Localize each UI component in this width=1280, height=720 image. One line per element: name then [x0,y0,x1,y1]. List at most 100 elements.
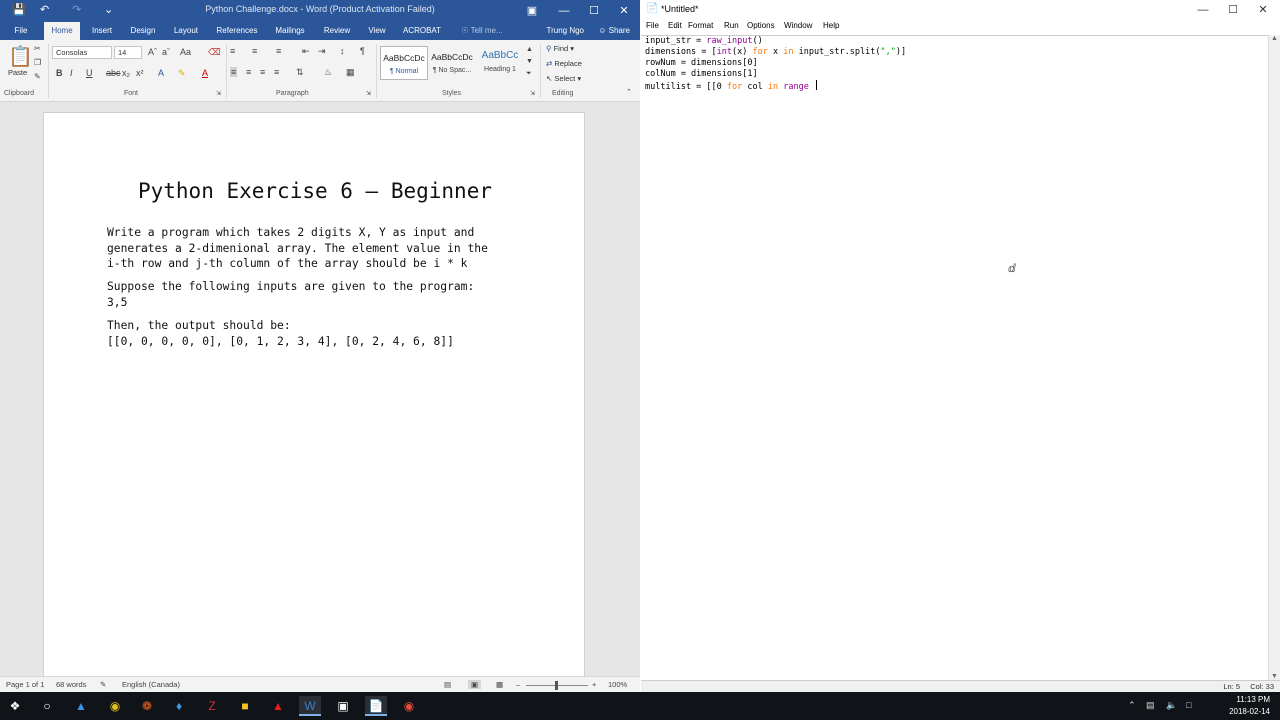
superscript-icon[interactable]: x² [136,68,144,78]
scroll-down-icon[interactable]: ▼ [1271,673,1278,680]
network-app-icon[interactable]: ▲ [70,696,92,716]
replace-button[interactable]: ⇄ Replace [546,59,582,68]
acrobat-icon[interactable]: ▲ [267,696,289,716]
shading-icon[interactable]: ♨ [324,67,332,78]
close-button[interactable]: ✕ [1249,1,1277,19]
clock-time[interactable]: 11:13 PM [1236,695,1270,704]
tab-mailings[interactable]: Mailings [270,22,310,40]
menu-edit[interactable]: Edit [668,21,682,30]
paragraph-dialog-launcher-icon[interactable]: ⇲ [366,90,371,97]
tab-home[interactable]: Home [44,22,80,40]
font-name-dropdown[interactable]: Consolas [52,46,112,59]
pinwheel-app-icon[interactable]: ❁ [136,696,158,716]
strikethrough-icon[interactable]: abc [106,68,121,78]
document-area[interactable]: Python Exercise 6 – Beginner Write a pro… [0,102,640,676]
dropbox-icon[interactable]: ♦ [168,696,190,716]
styles-scroll-down-icon[interactable]: ▼ [526,58,533,65]
bullets-icon[interactable]: ≡ [230,46,235,56]
line-spacing-icon[interactable]: ⇅ [296,67,304,78]
increase-indent-icon[interactable]: ⇥ [318,46,326,57]
align-right-icon[interactable]: ≡ [260,67,265,77]
tab-view[interactable]: View [364,22,390,40]
word-icon[interactable]: W [299,696,321,716]
borders-icon[interactable]: ▦ [346,67,355,78]
copy-icon[interactable]: ❐ [34,58,41,67]
print-layout-icon[interactable]: ▣ [468,680,482,689]
change-case-icon[interactable]: Aa [180,47,191,57]
notifications-icon[interactable]: □ [1186,700,1191,710]
shrink-font-icon[interactable]: aˇ [162,47,170,57]
sort-icon[interactable]: ↕ [340,46,345,56]
cortana-search-icon[interactable]: ○ [36,696,58,716]
user-name[interactable]: Trung Ngo [547,22,585,40]
find-button[interactable]: ⚲ Find ▾ [546,44,574,53]
vertical-scrollbar[interactable]: ▲ ▼ [1268,35,1280,680]
python-editor-icon[interactable]: 📄 [365,696,387,716]
styles-more-icon[interactable]: ⏷ [526,70,532,78]
share-button[interactable]: ☺ Share [598,22,630,40]
close-button[interactable]: ✕ [610,2,638,20]
ribbon-display-options-icon[interactable]: ▣ [518,2,546,20]
read-mode-icon[interactable]: ▤ [444,680,451,689]
tab-review[interactable]: Review [320,22,354,40]
windows-start-icon[interactable]: ❖ [4,696,26,716]
document-page[interactable]: Python Exercise 6 – Beginner Write a pro… [43,112,585,676]
tab-references[interactable]: References [212,22,262,40]
web-layout-icon[interactable]: ▦ [496,680,503,689]
cut-icon[interactable]: ✂ [34,44,41,53]
network-icon[interactable]: ▤ [1146,700,1155,711]
clock-date[interactable]: 2018-02-14 [1229,707,1270,716]
scroll-up-icon[interactable]: ▲ [1271,35,1278,42]
bold-icon[interactable]: B [56,68,63,78]
tab-insert[interactable]: Insert [88,22,116,40]
styles-scroll-up-icon[interactable]: ▲ [526,46,533,53]
tab-file[interactable]: File [10,22,32,40]
terminal-icon[interactable]: ▣ [332,696,354,716]
menu-help[interactable]: Help [823,21,839,30]
menu-format[interactable]: Format [688,21,713,30]
menu-options[interactable]: Options [747,21,775,30]
decrease-indent-icon[interactable]: ⇤ [302,46,310,57]
font-dialog-launcher-icon[interactable]: ⇲ [216,90,221,97]
underline-icon[interactable]: U [86,68,93,78]
volume-icon[interactable]: 🔈 [1166,700,1177,711]
select-button[interactable]: ↖ Select ▾ [546,74,581,83]
zoom-slider-thumb[interactable] [555,681,558,690]
proofing-icon[interactable]: ✎ [100,680,106,689]
zoom-out-icon[interactable]: – [516,680,520,689]
sticky-notes-icon[interactable]: ■ [234,696,256,716]
numbering-icon[interactable]: ≡ [252,46,257,56]
style-heading-1[interactable]: AaBbCc Heading 1 [476,46,524,80]
paste-icon[interactable]: 📋 [8,44,33,69]
show-formatting-icon[interactable]: ¶ [360,46,365,56]
language-indicator[interactable]: English (Canada) [122,680,180,689]
zoom-in-icon[interactable]: + [592,680,596,689]
justify-icon[interactable]: ≡ [274,67,279,77]
font-color-icon[interactable]: A [202,68,208,78]
style-no-spacing[interactable]: AaBbCcDc ¶ No Spac... [428,46,476,80]
style-normal[interactable]: AaBbCcDc ¶ Normal [380,46,428,80]
menu-window[interactable]: Window [784,21,812,30]
tray-expand-icon[interactable]: ⌃ [1128,700,1136,711]
text-effects-icon[interactable]: A [158,68,164,78]
clear-formatting-icon[interactable]: ⌫ [208,47,221,58]
minimize-button[interactable]: — [1189,1,1217,19]
minimize-button[interactable]: — [550,2,578,20]
filezilla-icon[interactable]: Z [201,696,223,716]
code-editor[interactable]: input_str = raw_input() dimensions = [in… [641,35,1268,680]
align-left-icon[interactable]: ≡ [230,67,238,77]
italic-icon[interactable]: I [70,68,73,78]
font-size-dropdown[interactable]: 14 [114,46,142,59]
zoom-level[interactable]: 100% [608,680,627,689]
format-painter-icon[interactable]: ✎ [34,72,41,81]
paste-label[interactable]: Paste [8,68,27,77]
screen-recorder-icon[interactable]: ◉ [398,696,420,716]
menu-file[interactable]: File [646,21,659,30]
page-count[interactable]: Page 1 of 1 [6,680,44,689]
align-center-icon[interactable]: ≡ [246,67,251,77]
collapse-ribbon-icon[interactable]: ⌃ [626,88,632,96]
tell-me-box[interactable]: ☉ Tell me... [456,22,508,40]
grow-font-icon[interactable]: Aˆ [148,47,157,57]
maximize-button[interactable]: ☐ [1219,1,1247,19]
tab-design[interactable]: Design [126,22,160,40]
